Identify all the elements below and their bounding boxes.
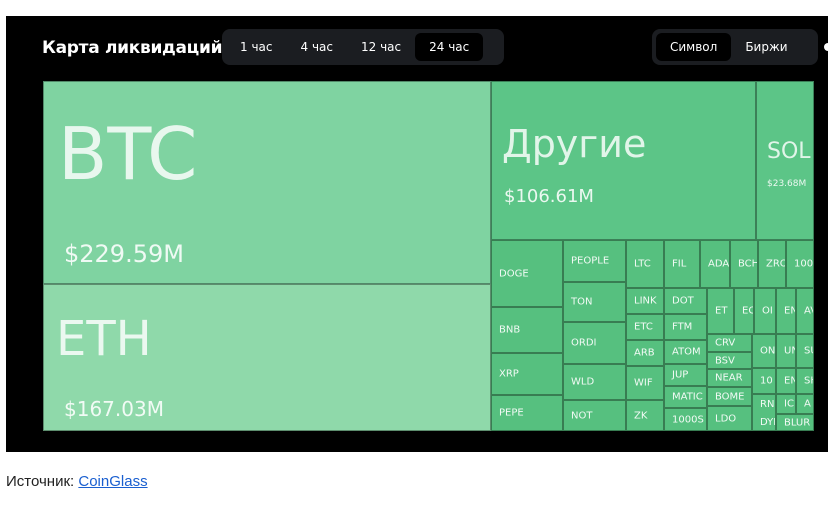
tile-fil[interactable]: FIL	[664, 240, 700, 288]
tile-atom[interactable]: ATOM	[664, 340, 707, 364]
tile-other[interactable]: Другие $106.61M	[491, 81, 756, 240]
tile-oi[interactable]: OI	[754, 288, 776, 334]
tile-bome[interactable]: BOME	[707, 387, 752, 406]
tile-bch[interactable]: BCH	[730, 240, 758, 288]
tile-un[interactable]: UN	[776, 334, 796, 368]
tile-zk[interactable]: ZK	[626, 400, 664, 431]
tile-link[interactable]: LINK	[626, 288, 664, 314]
group-by-selector: Символ Биржи	[652, 29, 818, 65]
tile-rndr-label: RNDR	[760, 399, 775, 410]
tile-su[interactable]: SU	[796, 334, 814, 368]
tile-ldo[interactable]: LDO	[707, 406, 752, 431]
source-caption: Источник: CoinGlass	[6, 473, 148, 490]
tile-value: $229.59M	[64, 240, 184, 268]
tile-ic[interactable]: IC	[776, 394, 796, 414]
tile-arb[interactable]: ARB	[626, 340, 664, 366]
tile-symbol: BTC	[58, 112, 198, 196]
tile-bsv[interactable]: BSV	[707, 352, 752, 369]
tab-12h[interactable]: 12 час	[347, 33, 415, 61]
tile-matic[interactable]: MATIC	[664, 386, 707, 408]
tile-en-top[interactable]: EN	[776, 288, 796, 334]
tile-ltc[interactable]: LTC	[626, 240, 664, 288]
tile-blur[interactable]: BLUR	[776, 414, 814, 431]
tile-ton[interactable]: TON	[563, 282, 626, 322]
tile-dot[interactable]: DOT	[664, 288, 707, 314]
tile-et[interactable]: ET	[707, 288, 734, 334]
tile-doge[interactable]: DOGE	[491, 240, 563, 307]
tile-en[interactable]: EN	[776, 368, 796, 394]
tile-1000s[interactable]: 1000S	[664, 408, 707, 431]
liquidation-treemap: BTC $229.59M ETH $167.03M Другие $106.61…	[43, 81, 814, 431]
tab-4h[interactable]: 4 час	[287, 33, 348, 61]
tile-eth[interactable]: ETH $167.03M	[43, 284, 491, 431]
tile-ordi[interactable]: ORDI	[563, 322, 626, 364]
tile-symbol: Другие	[502, 122, 647, 166]
tile-100[interactable]: 100	[786, 240, 814, 288]
tile-value: $106.61M	[504, 186, 594, 207]
tile-jup[interactable]: JUP	[664, 364, 707, 386]
tile-pepe[interactable]: PEPE	[491, 395, 563, 431]
tile-dydx[interactable]: DYDXRNDR	[752, 394, 776, 431]
tile-bnb[interactable]: BNB	[491, 307, 563, 353]
tile-near[interactable]: NEAR	[707, 369, 752, 387]
tab-1h[interactable]: 1 час	[226, 33, 287, 61]
liquidation-map-panel: Карта ликвидаций 1 час 4 час 12 час 24 ч…	[6, 16, 828, 452]
tile-btc[interactable]: BTC $229.59M	[43, 81, 491, 284]
options-dot-icon[interactable]	[824, 43, 828, 51]
tile-wld[interactable]: WLD	[563, 364, 626, 400]
tile-on[interactable]: ON	[752, 334, 776, 368]
tile-a[interactable]: A	[796, 394, 814, 414]
source-link[interactable]: CoinGlass	[78, 473, 147, 490]
time-range-selector: 1 час 4 час 12 час 24 час	[222, 29, 504, 65]
tab-24h[interactable]: 24 час	[415, 33, 484, 61]
tab-symbol[interactable]: Символ	[656, 33, 732, 61]
tile-symbol: ETH	[56, 311, 152, 367]
tile-crv[interactable]: CRV	[707, 334, 752, 352]
tile-sh[interactable]: SH	[796, 368, 814, 394]
tile-zro[interactable]: ZRO	[758, 240, 786, 288]
tile-wif[interactable]: WIF	[626, 366, 664, 400]
tab-exchanges[interactable]: Биржи	[731, 33, 801, 61]
page-title: Карта ликвидаций	[42, 38, 223, 58]
tile-symbol: SOL	[767, 139, 811, 164]
tile-value: $167.03M	[64, 397, 164, 421]
tile-xrp[interactable]: XRP	[491, 353, 563, 395]
tile-ftm[interactable]: FTM	[664, 314, 707, 340]
tile-ec[interactable]: EC	[734, 288, 754, 334]
source-prefix: Источник:	[6, 473, 79, 490]
tile-etc[interactable]: ETC	[626, 314, 664, 340]
tile-10[interactable]: 10	[752, 368, 776, 394]
tile-sol[interactable]: SOL $23.68M	[756, 81, 814, 240]
tile-value: $23.68M	[767, 179, 807, 189]
tile-people[interactable]: PEOPLE	[563, 240, 626, 282]
tile-not[interactable]: NOT	[563, 400, 626, 431]
tile-ada[interactable]: ADA	[700, 240, 730, 288]
tile-av[interactable]: AV	[796, 288, 814, 334]
